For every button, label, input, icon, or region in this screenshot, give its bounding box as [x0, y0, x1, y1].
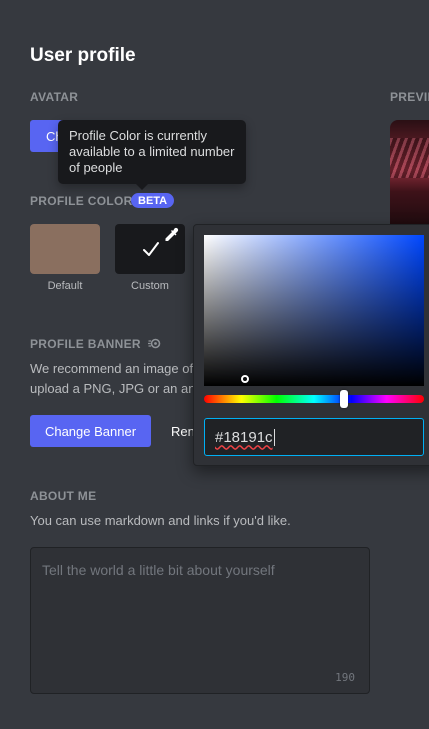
- saturation-value-area[interactable]: [204, 235, 424, 386]
- hex-color-value: #18191c: [215, 428, 273, 446]
- preview-section-label: PREVIEW: [390, 90, 429, 104]
- profile-preview-banner: [390, 120, 429, 230]
- about-me-section-label: ABOUT ME: [30, 489, 97, 503]
- about-me-placeholder: Tell the world a little bit about yourse…: [42, 562, 275, 578]
- checkmark-icon: [143, 242, 159, 256]
- custom-swatch-label: Custom: [131, 280, 169, 292]
- text-caret: [273, 428, 275, 446]
- remove-banner-link[interactable]: Ren: [171, 424, 195, 439]
- avatar-section-label: AVATAR: [30, 90, 79, 104]
- user-profile-settings: User profile AVATAR Ch ar PREVIEW Profil…: [0, 0, 429, 729]
- hue-slider-handle[interactable]: [340, 390, 348, 408]
- hex-color-input[interactable]: #18191c: [204, 418, 424, 456]
- color-picker-popout: #18191c: [193, 224, 429, 466]
- profile-banner-section-label: PROFILE BANNER: [30, 337, 161, 351]
- hue-slider[interactable]: [204, 395, 424, 403]
- profile-banner-label-text: PROFILE BANNER: [30, 337, 141, 351]
- beta-tooltip: Profile Color is currently available to …: [58, 120, 246, 190]
- beta-badge[interactable]: BETA: [131, 193, 175, 208]
- change-banner-button[interactable]: Change Banner: [30, 415, 151, 447]
- saturation-handle[interactable]: [241, 375, 249, 383]
- about-me-description: You can use markdown and links if you'd …: [30, 513, 291, 528]
- default-swatch-label: Default: [47, 280, 83, 292]
- profile-color-section-label: PROFILE COLOR: [30, 194, 133, 208]
- banner-description-line1: We recommend an image of: [30, 361, 194, 376]
- banner-description-line2: upload a PNG, JPG or an ani: [30, 381, 199, 396]
- nitro-icon: [147, 338, 160, 349]
- default-color-swatch[interactable]: [30, 224, 100, 274]
- eyedropper-icon[interactable]: [163, 227, 179, 243]
- about-me-textarea[interactable]: Tell the world a little bit about yourse…: [30, 547, 370, 694]
- character-count: 190: [335, 671, 355, 684]
- page-title: User profile: [30, 45, 136, 66]
